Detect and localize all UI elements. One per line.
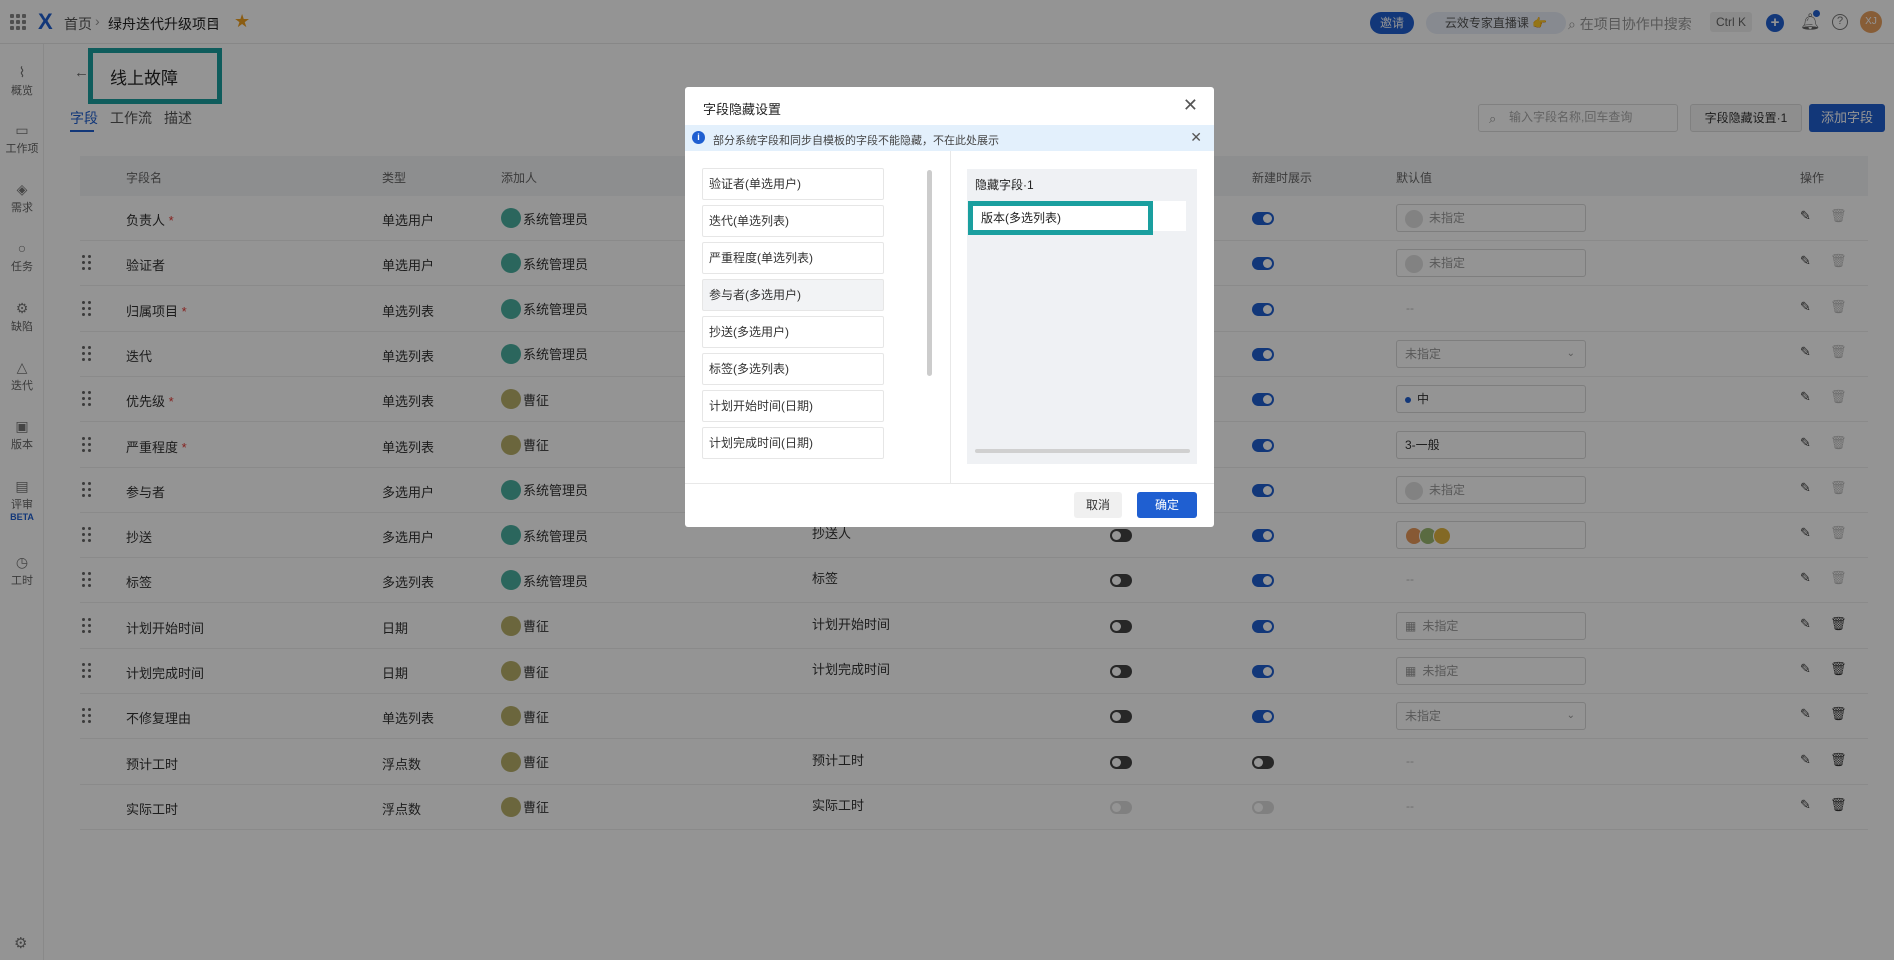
hidden-fields-title: 隐藏字段·1 — [975, 178, 1034, 192]
hidden-field-highlight: 版本(多选列表) — [968, 201, 1153, 235]
scrollbar[interactable] — [975, 449, 1190, 453]
available-field-item[interactable]: 验证者(单选用户) — [702, 168, 884, 200]
available-field-item[interactable]: 参与者(多选用户) — [702, 279, 884, 311]
close-icon[interactable]: ✕ — [1183, 95, 1198, 116]
ok-button[interactable]: 确定 — [1137, 492, 1197, 518]
hidden-field-item[interactable]: 版本(多选列表) — [968, 201, 1186, 235]
available-field-item[interactable]: 迭代(单选列表) — [702, 205, 884, 237]
available-field-item[interactable]: 严重程度(单选列表) — [702, 242, 884, 274]
hidden-fields-panel: 隐藏字段·1 版本(多选列表) — [967, 169, 1197, 464]
available-fields-list: 验证者(单选用户) 迭代(单选列表) 严重程度(单选列表) 参与者(多选用户) 抄送(多… — [702, 168, 884, 468]
hidden-fields-modal: 字段隐藏设置 ✕ i 部分系统字段和同步自模板的字段不能隐藏，不在此处展示 ✕ … — [685, 87, 1214, 527]
divider — [685, 483, 1214, 484]
available-field-item[interactable]: 标签(多选列表) — [702, 353, 884, 385]
scrollbar[interactable] — [927, 170, 932, 376]
cancel-button[interactable]: 取消 — [1074, 492, 1122, 518]
available-field-item[interactable]: 计划完成时间(日期) — [702, 427, 884, 459]
info-icon: i — [692, 131, 705, 144]
divider — [950, 151, 951, 483]
info-banner: i 部分系统字段和同步自模板的字段不能隐藏，不在此处展示 ✕ — [685, 125, 1214, 151]
info-text: 部分系统字段和同步自模板的字段不能隐藏，不在此处展示 — [713, 135, 999, 147]
modal-title: 字段隐藏设置 — [703, 102, 782, 117]
available-field-item[interactable]: 计划开始时间(日期) — [702, 390, 884, 422]
close-icon[interactable]: ✕ — [1190, 129, 1202, 146]
available-field-item[interactable]: 抄送(多选用户) — [702, 316, 884, 348]
